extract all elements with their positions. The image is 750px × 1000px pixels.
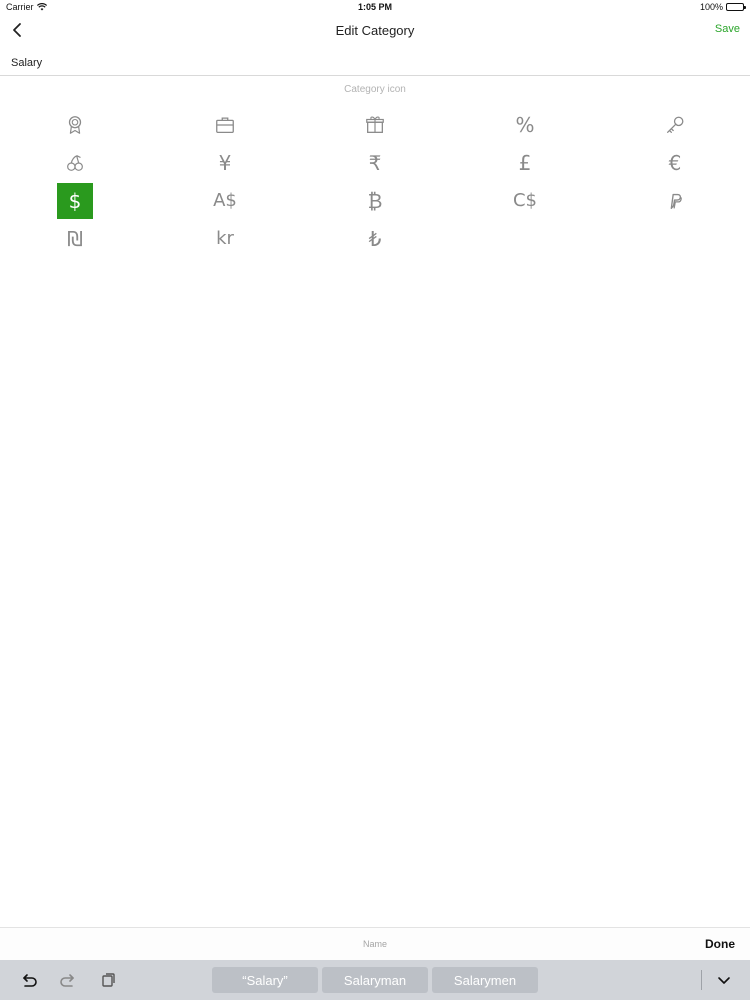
icon-option-shekel[interactable]: ₪ (57, 221, 93, 257)
save-button[interactable]: Save (715, 23, 740, 35)
canadian-dollar-icon: C$ (512, 190, 538, 211)
undo-icon (23, 974, 37, 987)
paste-button[interactable] (97, 969, 119, 991)
key-icon (667, 116, 684, 133)
chevron-down-icon (718, 977, 730, 984)
icon-option-key[interactable] (657, 107, 693, 143)
field-label: Name (362, 939, 387, 949)
pound-icon: £ (518, 151, 532, 175)
chevron-left-icon (13, 23, 21, 37)
icon-option-euro[interactable]: € (657, 145, 693, 181)
input-accessory-bar: Name Done (0, 927, 750, 960)
icon-option-australian-dollar[interactable]: A$ (207, 183, 243, 219)
suggestion-3[interactable]: Salarymen (432, 967, 538, 993)
icon-option-paypal[interactable] (657, 183, 693, 219)
cherries-icon (67, 155, 83, 171)
battery-percent: 100% (699, 2, 723, 12)
icon-option-rupee[interactable]: ₹ (357, 145, 393, 181)
page-title: Edit Category (335, 23, 415, 38)
shekel-icon: ₪ (67, 227, 83, 251)
yen-icon: ¥ (218, 151, 232, 175)
redo-button[interactable] (57, 969, 79, 991)
clock: 1:05 PM (357, 2, 392, 12)
gift-icon (366, 116, 384, 133)
rupee-icon: ₹ (368, 151, 382, 175)
dismiss-keyboard-button[interactable] (713, 969, 735, 991)
dollar-icon: $ (68, 189, 82, 213)
icon-option-cherries[interactable] (57, 145, 93, 181)
icon-option-percent[interactable]: % (507, 107, 543, 143)
back-button[interactable] (6, 18, 30, 42)
navigation-bar: Edit Category Save (0, 14, 750, 48)
battery-indicator: 100% (699, 2, 746, 12)
icon-option-briefcase[interactable] (207, 107, 243, 143)
keyboard-shortcut-bar: “Salary” Salaryman Salarymen (0, 960, 750, 1000)
icon-option-dollar[interactable]: $ (57, 183, 93, 219)
icon-option-canadian-dollar[interactable]: C$ (507, 183, 543, 219)
icon-option-pound[interactable]: £ (507, 145, 543, 181)
icon-option-krona[interactable]: kr (207, 221, 243, 257)
bitcoin-icon: ₿ (367, 189, 383, 213)
icon-option-award[interactable] (57, 107, 93, 143)
lira-icon: ₺ (368, 227, 382, 251)
paypal-icon (670, 193, 682, 210)
briefcase-icon (216, 117, 234, 133)
australian-dollar-icon: A$ (213, 190, 237, 211)
done-button[interactable]: Done (705, 937, 735, 951)
redo-icon (60, 974, 74, 987)
award-icon (68, 116, 82, 134)
suggestion-2[interactable]: Salaryman (322, 967, 428, 993)
battery-icon (726, 3, 746, 11)
icon-option-yen[interactable]: ¥ (207, 145, 243, 181)
percent-icon: % (515, 113, 535, 137)
paste-icon (102, 973, 115, 987)
euro-icon: € (668, 151, 682, 175)
icon-option-lira[interactable]: ₺ (357, 221, 393, 257)
category-icon-label: Category icon (344, 84, 406, 95)
divider (701, 970, 702, 990)
icon-option-gift[interactable] (357, 107, 393, 143)
icon-option-bitcoin[interactable]: ₿ (357, 183, 393, 219)
krona-icon: kr (216, 228, 234, 249)
category-name-field[interactable] (0, 50, 750, 76)
category-name-input[interactable] (0, 50, 750, 75)
status-bar: Carrier 1:05 PM 100% (0, 0, 750, 14)
undo-button[interactable] (18, 969, 40, 991)
suggestion-1[interactable]: “Salary” (212, 967, 318, 993)
